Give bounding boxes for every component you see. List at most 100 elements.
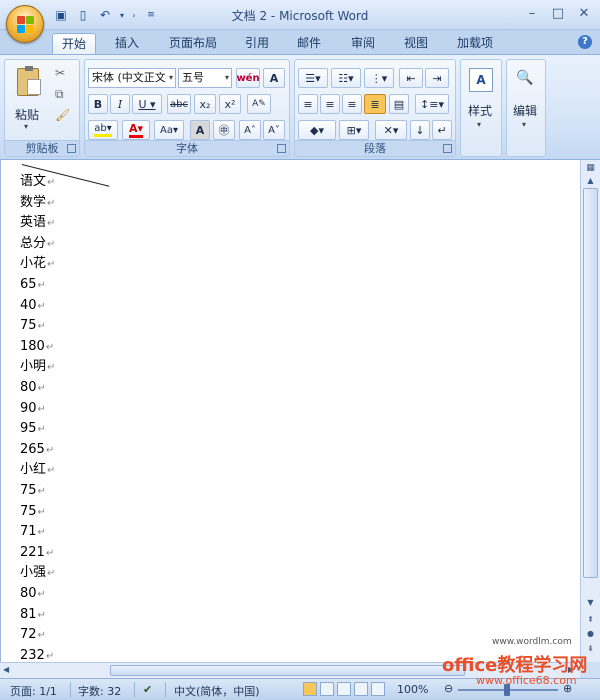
paragraph-launcher-icon[interactable] [443,144,452,153]
styles-button[interactable]: A 样式 ▾ [464,66,498,146]
document-line[interactable]: 40↵ [20,296,46,316]
tab-view[interactable]: 视图 [395,33,437,54]
superscript-button[interactable]: x² [219,94,241,114]
format-painter-icon[interactable]: 🖌 [55,108,70,122]
vertical-scrollbar[interactable]: ▦ ▲ ▼ ⇞ ● ⇟ [580,160,600,662]
scroll-down-icon[interactable]: ▼ [583,598,598,611]
document-line[interactable]: 语文↵ [20,172,55,192]
chinese-layout-button[interactable]: ✕▾ [375,120,407,140]
character-shading-button[interactable]: A [190,120,210,140]
page-count[interactable]: 页面: 1/1 [10,683,57,699]
clipboard-launcher-icon[interactable] [67,144,76,153]
document-canvas[interactable]: 语文↵ 数学↵ 英语↵ 总分↵ 小花↵ 65↵ 40↵ 75↵ 180↵ 小明↵ 80↵ 90↵ 95↵… [0,160,580,662]
help-icon[interactable]: ? [578,35,592,49]
strikethrough-button[interactable]: abc [167,94,191,114]
word-count[interactable]: 字数: 32 [78,683,121,699]
multilevel-list-button[interactable]: ⋮▾ [364,68,394,88]
font-color-button[interactable]: A▾ [122,120,150,140]
document-line[interactable]: 81↵ [20,605,46,625]
copy-icon[interactable]: ⧉ [55,87,64,102]
document-line[interactable]: 80↵ [20,378,46,398]
distributed-button[interactable]: ▤ [389,94,409,114]
ruler-toggle-icon[interactable]: ▦ [583,163,598,176]
editing-button[interactable]: 🔍 编辑 ▾ [510,66,542,146]
document-line[interactable]: 小花↵ [20,254,55,274]
clear-formatting-button[interactable]: A✎ [247,94,271,114]
document-line[interactable]: 95↵ [20,419,46,439]
cut-icon[interactable]: ✂ [55,66,65,80]
document-line[interactable]: 75↵ [20,481,46,501]
font-launcher-icon[interactable] [277,144,286,153]
shrink-font-button[interactable]: A˅ [263,120,285,140]
outline-view-icon[interactable] [354,682,368,696]
vertical-scroll-thumb[interactable] [583,188,598,578]
document-line[interactable]: 数学↵ [20,193,55,213]
zoom-slider[interactable] [458,684,558,696]
document-line[interactable]: 小红↵ [20,460,55,480]
show-marks-button[interactable]: ↵ [432,120,452,140]
highlight-button[interactable]: ab▾ [88,120,118,140]
maximize-button[interactable]: □ [546,4,570,22]
document-line[interactable]: 232↵ [20,646,54,662]
align-right-button[interactable]: ≡ [342,94,362,114]
document-line[interactable]: 75↵ [20,316,46,336]
font-name-combo[interactable]: 宋体 (中文正文 ▾ [88,68,176,88]
bullets-button[interactable]: ☰▾ [298,68,328,88]
tab-mailings[interactable]: 邮件 [288,33,330,54]
print-layout-icon[interactable] [303,682,317,696]
horizontal-scroll-thumb[interactable] [110,665,465,676]
tab-references[interactable]: 引用 [236,33,278,54]
tab-page-layout[interactable]: 页面布局 [160,33,226,54]
zoom-out-icon[interactable]: ⊖ [444,682,453,695]
sort-button[interactable]: ↓ [410,120,430,140]
tab-insert[interactable]: 插入 [106,33,148,54]
align-center-button[interactable]: ≡ [320,94,340,114]
language-indicator[interactable]: 中文(简体，中国) [174,683,260,699]
tab-home[interactable]: 开始 [52,33,97,54]
bold-button[interactable]: B [88,94,108,114]
tab-addins[interactable]: 加载项 [448,33,502,54]
document-line[interactable]: 小明↵ [20,357,55,377]
web-layout-icon[interactable] [337,682,351,696]
tab-review[interactable]: 审阅 [342,33,384,54]
document-line[interactable]: 65↵ [20,275,46,295]
align-left-button[interactable]: ≡ [298,94,318,114]
full-screen-reading-icon[interactable] [320,682,334,696]
minimize-button[interactable]: – [520,4,544,22]
document-line[interactable]: 英语↵ [20,213,55,233]
decrease-indent-button[interactable]: ⇤ [399,68,423,88]
document-line[interactable]: 80↵ [20,584,46,604]
document-line[interactable]: 90↵ [20,399,46,419]
change-case-button[interactable]: Aa▾ [154,120,184,140]
borders-button[interactable]: ⊞▾ [339,120,369,140]
justify-button[interactable]: ≣ [364,94,386,114]
document-line[interactable]: 180↵ [20,337,54,357]
subscript-button[interactable]: x₂ [194,94,216,114]
document-line[interactable]: 72↵ [20,625,46,645]
document-line[interactable]: 总分↵ [20,234,55,254]
close-button[interactable]: ✕ [572,4,596,22]
character-border-button[interactable]: A [263,68,285,88]
zoom-level[interactable]: 100% [397,683,428,696]
document-line[interactable]: 265↵ [20,440,54,460]
browse-object-icon[interactable]: ● [583,629,598,642]
document-line[interactable]: 小强↵ [20,563,55,583]
previous-page-icon[interactable]: ⇞ [583,615,598,628]
scroll-left-icon[interactable]: ◀ [3,665,9,674]
line-spacing-button[interactable]: ↕≡▾ [415,94,449,114]
document-line[interactable]: 75↵ [20,502,46,522]
italic-button[interactable]: I [110,94,130,114]
office-button[interactable] [6,5,44,43]
grow-font-button[interactable]: A˄ [239,120,261,140]
enclose-characters-button[interactable]: ㊥ [213,120,235,140]
font-size-combo[interactable]: 五号 ▾ [178,68,232,88]
numbering-button[interactable]: ☷▾ [331,68,361,88]
paste-button[interactable]: 粘贴 ▾ [11,66,45,136]
increase-indent-button[interactable]: ⇥ [425,68,449,88]
document-line[interactable]: 71↵ [20,522,46,542]
shading-button[interactable]: ◆▾ [298,120,336,140]
document-line[interactable]: 221↵ [20,543,54,563]
proofing-icon[interactable]: ✔ [143,683,152,696]
underline-button[interactable]: U ▾ [132,94,162,114]
phonetic-guide-button[interactable]: wén [236,68,260,88]
